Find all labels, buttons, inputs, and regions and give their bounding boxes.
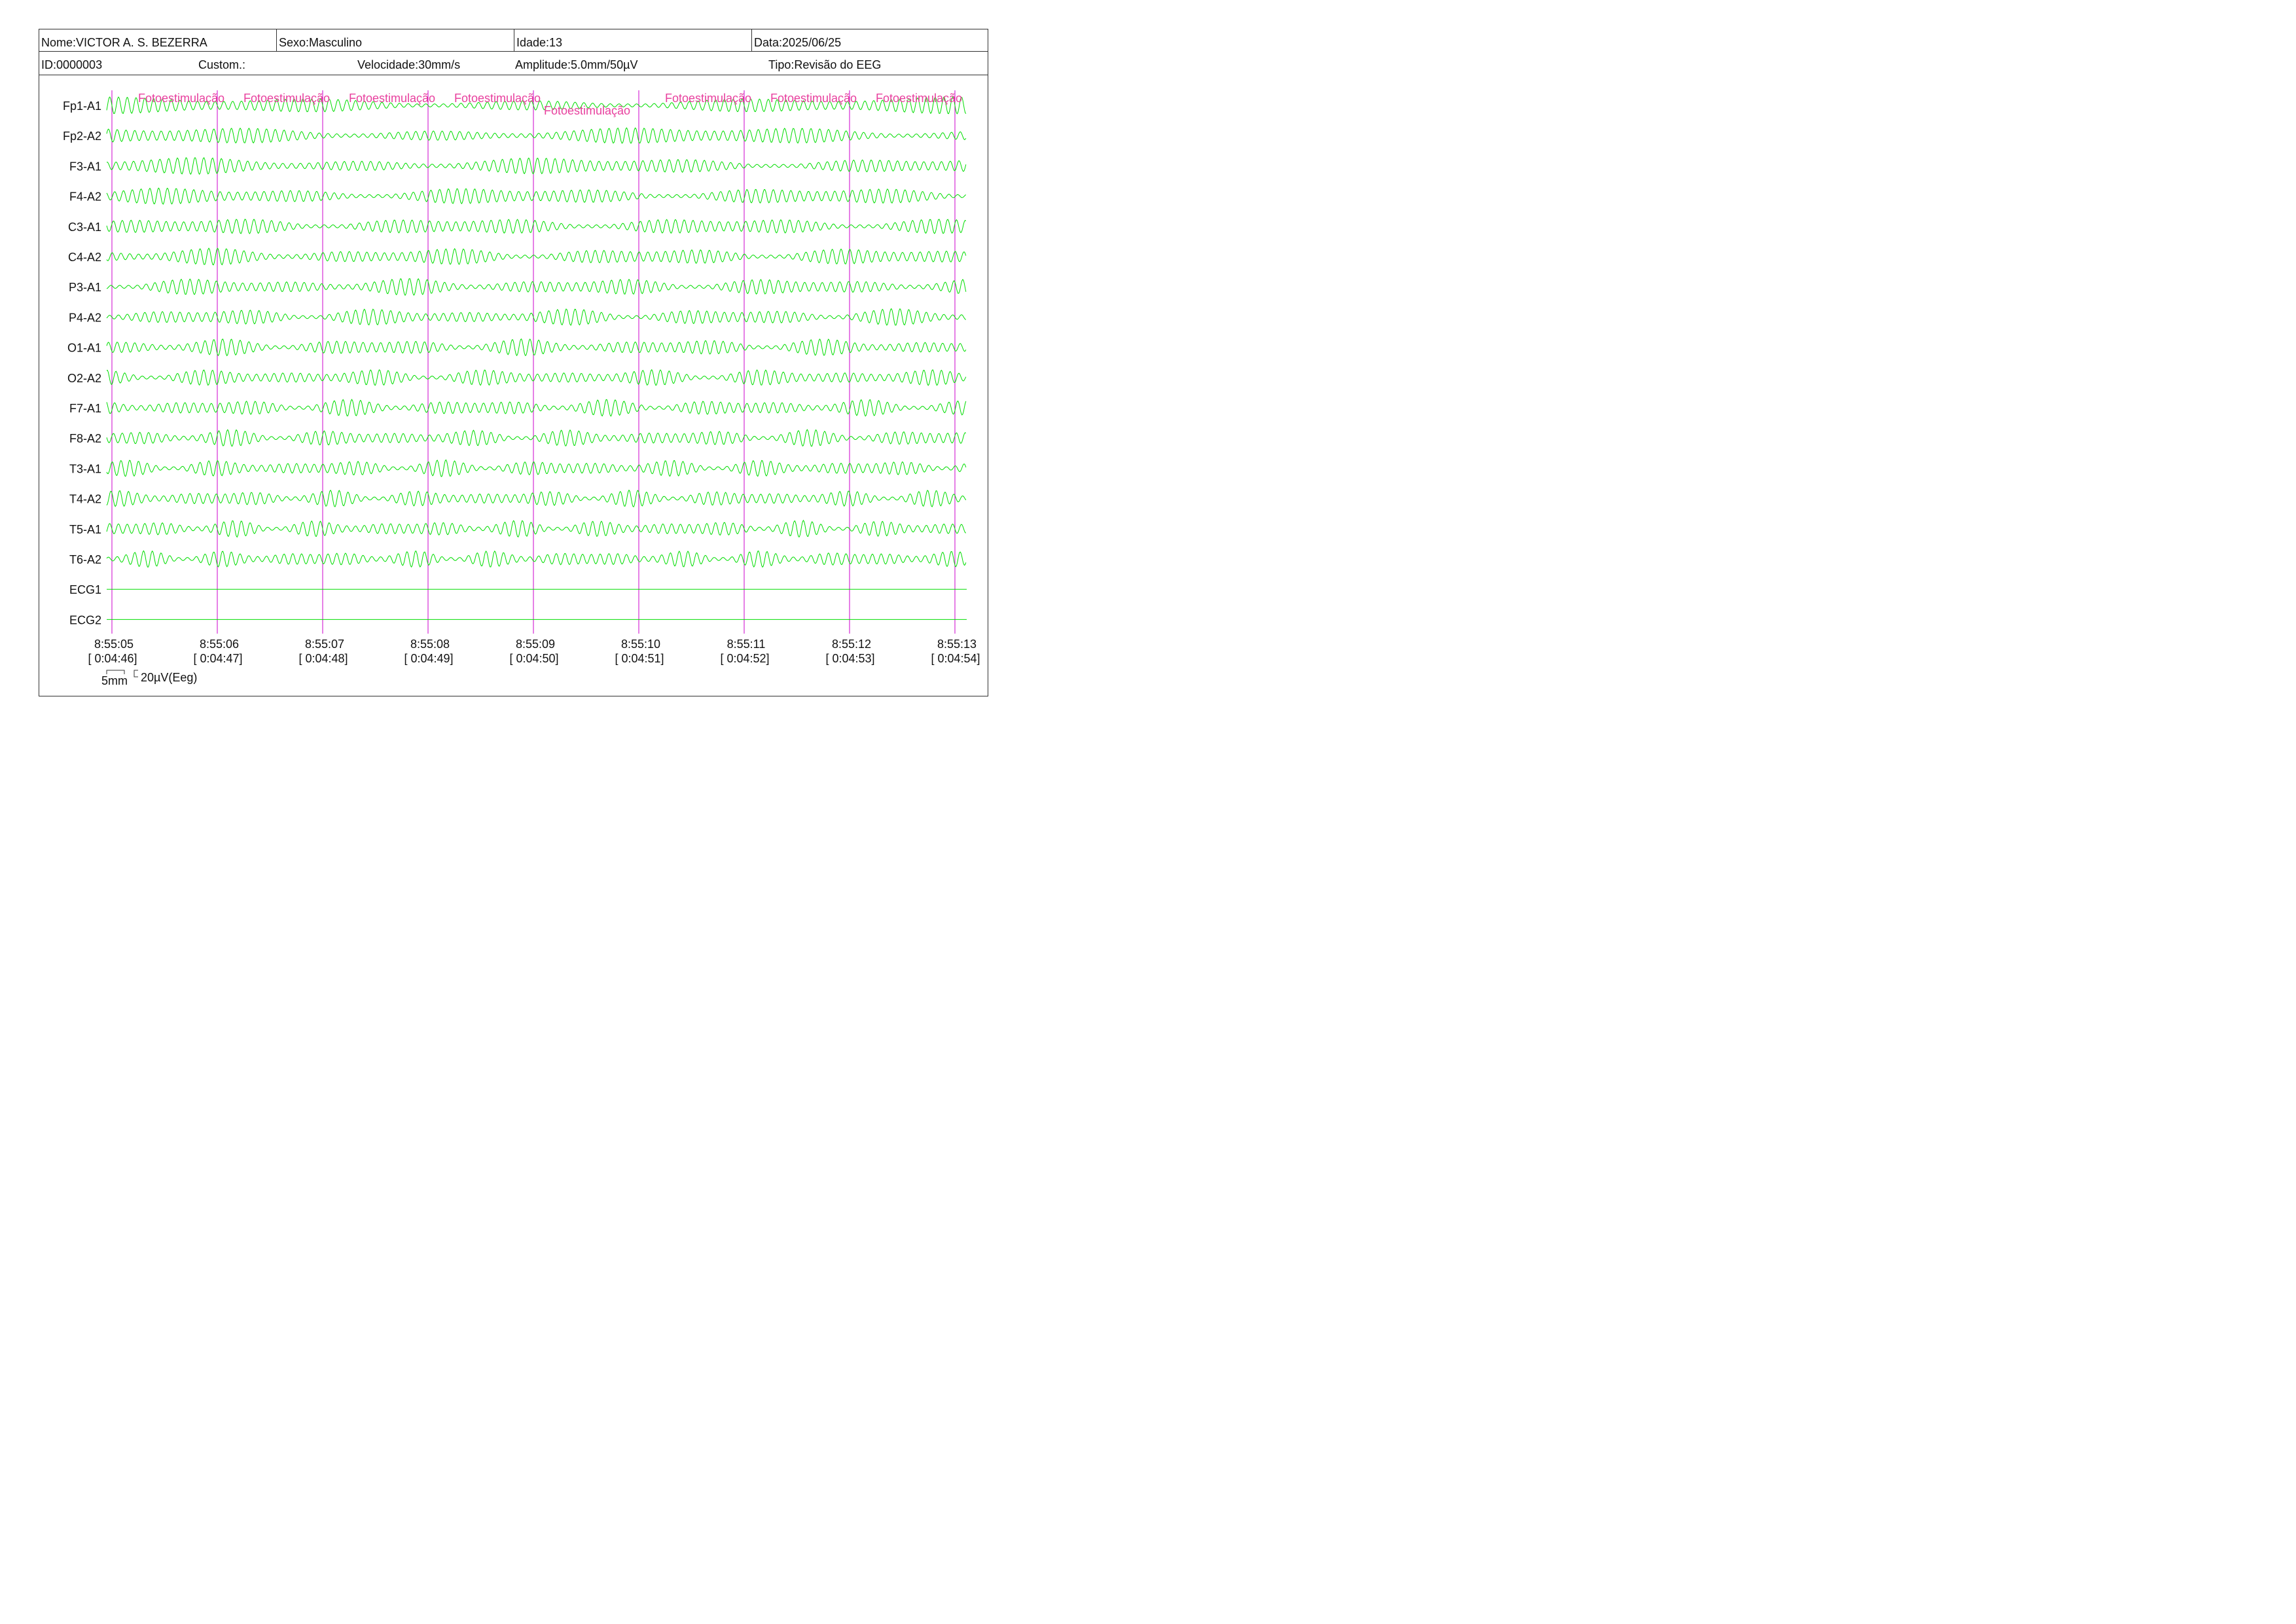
event-annotation: Fotoestimulação — [544, 104, 630, 117]
time-scale-label: 5mm — [101, 674, 128, 687]
channel-label: T3-A1 — [69, 462, 101, 475]
channel-trace — [106, 187, 967, 205]
channel-trace — [106, 489, 967, 508]
channel-label: O1-A1 — [67, 342, 101, 355]
channel-label: ECG1 — [69, 583, 101, 596]
event-annotation: Fotoestimulação — [770, 92, 857, 105]
channel-label: C4-A2 — [68, 251, 101, 264]
event-annotation: Fotoestimulação — [454, 92, 541, 105]
channel-label: F4-A2 — [69, 190, 101, 204]
channel-trace — [106, 219, 967, 234]
event-annotation: Fotoestimulação — [138, 92, 224, 105]
channel-label: Fp2-A2 — [63, 130, 101, 143]
time-tick-label: 8:55:13 — [937, 638, 977, 651]
time-tick-label: 8:55:07 — [305, 638, 344, 651]
time-tick-label: 8:55:06 — [200, 638, 239, 651]
eeg-traces-chart: Fp1-A1 Fp2-A2 F3-A1 F4-A2 C3-A1 C4-A2 P3-A1 P4-… — [63, 90, 980, 687]
channel-trace — [106, 520, 967, 538]
channel-trace — [106, 459, 967, 478]
channel-label: ECG2 — [69, 613, 101, 626]
channel-trace — [106, 247, 967, 266]
time-tick-label: 8:55:09 — [516, 638, 555, 651]
elapsed-tick-label: [ 0:04:46] — [88, 652, 137, 665]
channel-label: P3-A1 — [69, 281, 101, 294]
channel-label: C3-A1 — [68, 221, 101, 234]
time-tick-label: 8:55:11 — [727, 638, 766, 651]
channel-trace — [106, 550, 967, 568]
elapsed-tick-label: [ 0:04:48] — [298, 652, 348, 665]
channel-label: Fp1-A1 — [63, 99, 101, 113]
channel-trace — [106, 429, 967, 447]
channel-label: O2-A2 — [67, 372, 101, 385]
channel-trace — [106, 157, 967, 175]
channel-label: T4-A2 — [69, 493, 101, 506]
channel-label: T6-A2 — [69, 553, 101, 566]
elapsed-tick-label: [ 0:04:47] — [193, 652, 242, 665]
amplitude-scale-bracket — [134, 670, 138, 677]
channel-trace — [106, 278, 967, 297]
elapsed-tick-label: [ 0:04:51] — [615, 652, 664, 665]
channel-label: F3-A1 — [69, 160, 101, 173]
event-annotation: Fotoestimulação — [349, 92, 435, 105]
channel-trace — [106, 369, 967, 386]
elapsed-tick-label: [ 0:04:54] — [931, 652, 980, 665]
event-annotation: Fotoestimulação — [665, 92, 751, 105]
time-tick-label: 8:55:08 — [410, 638, 450, 651]
elapsed-tick-label: [ 0:04:52] — [720, 652, 769, 665]
channel-label: P4-A2 — [69, 311, 101, 324]
channel-label: F8-A2 — [69, 432, 101, 445]
elapsed-tick-label: [ 0:04:50] — [509, 652, 558, 665]
elapsed-tick-label: [ 0:04:49] — [404, 652, 453, 665]
channel-label: F7-A1 — [69, 402, 101, 415]
time-tick-label: 8:55:05 — [94, 638, 134, 651]
channel-trace — [106, 127, 967, 144]
amplitude-scale-label: 20µV(Eeg) — [141, 671, 197, 684]
channel-trace — [106, 399, 967, 417]
channel-trace — [106, 308, 967, 326]
event-annotation: Fotoestimulação — [876, 92, 962, 105]
channel-trace — [106, 338, 967, 357]
channel-label: T5-A1 — [69, 523, 101, 536]
elapsed-tick-label: [ 0:04:53] — [825, 652, 874, 665]
time-tick-label: 8:55:10 — [621, 638, 660, 651]
event-annotation: Fotoestimulação — [243, 92, 330, 105]
time-tick-label: 8:55:12 — [832, 638, 871, 651]
